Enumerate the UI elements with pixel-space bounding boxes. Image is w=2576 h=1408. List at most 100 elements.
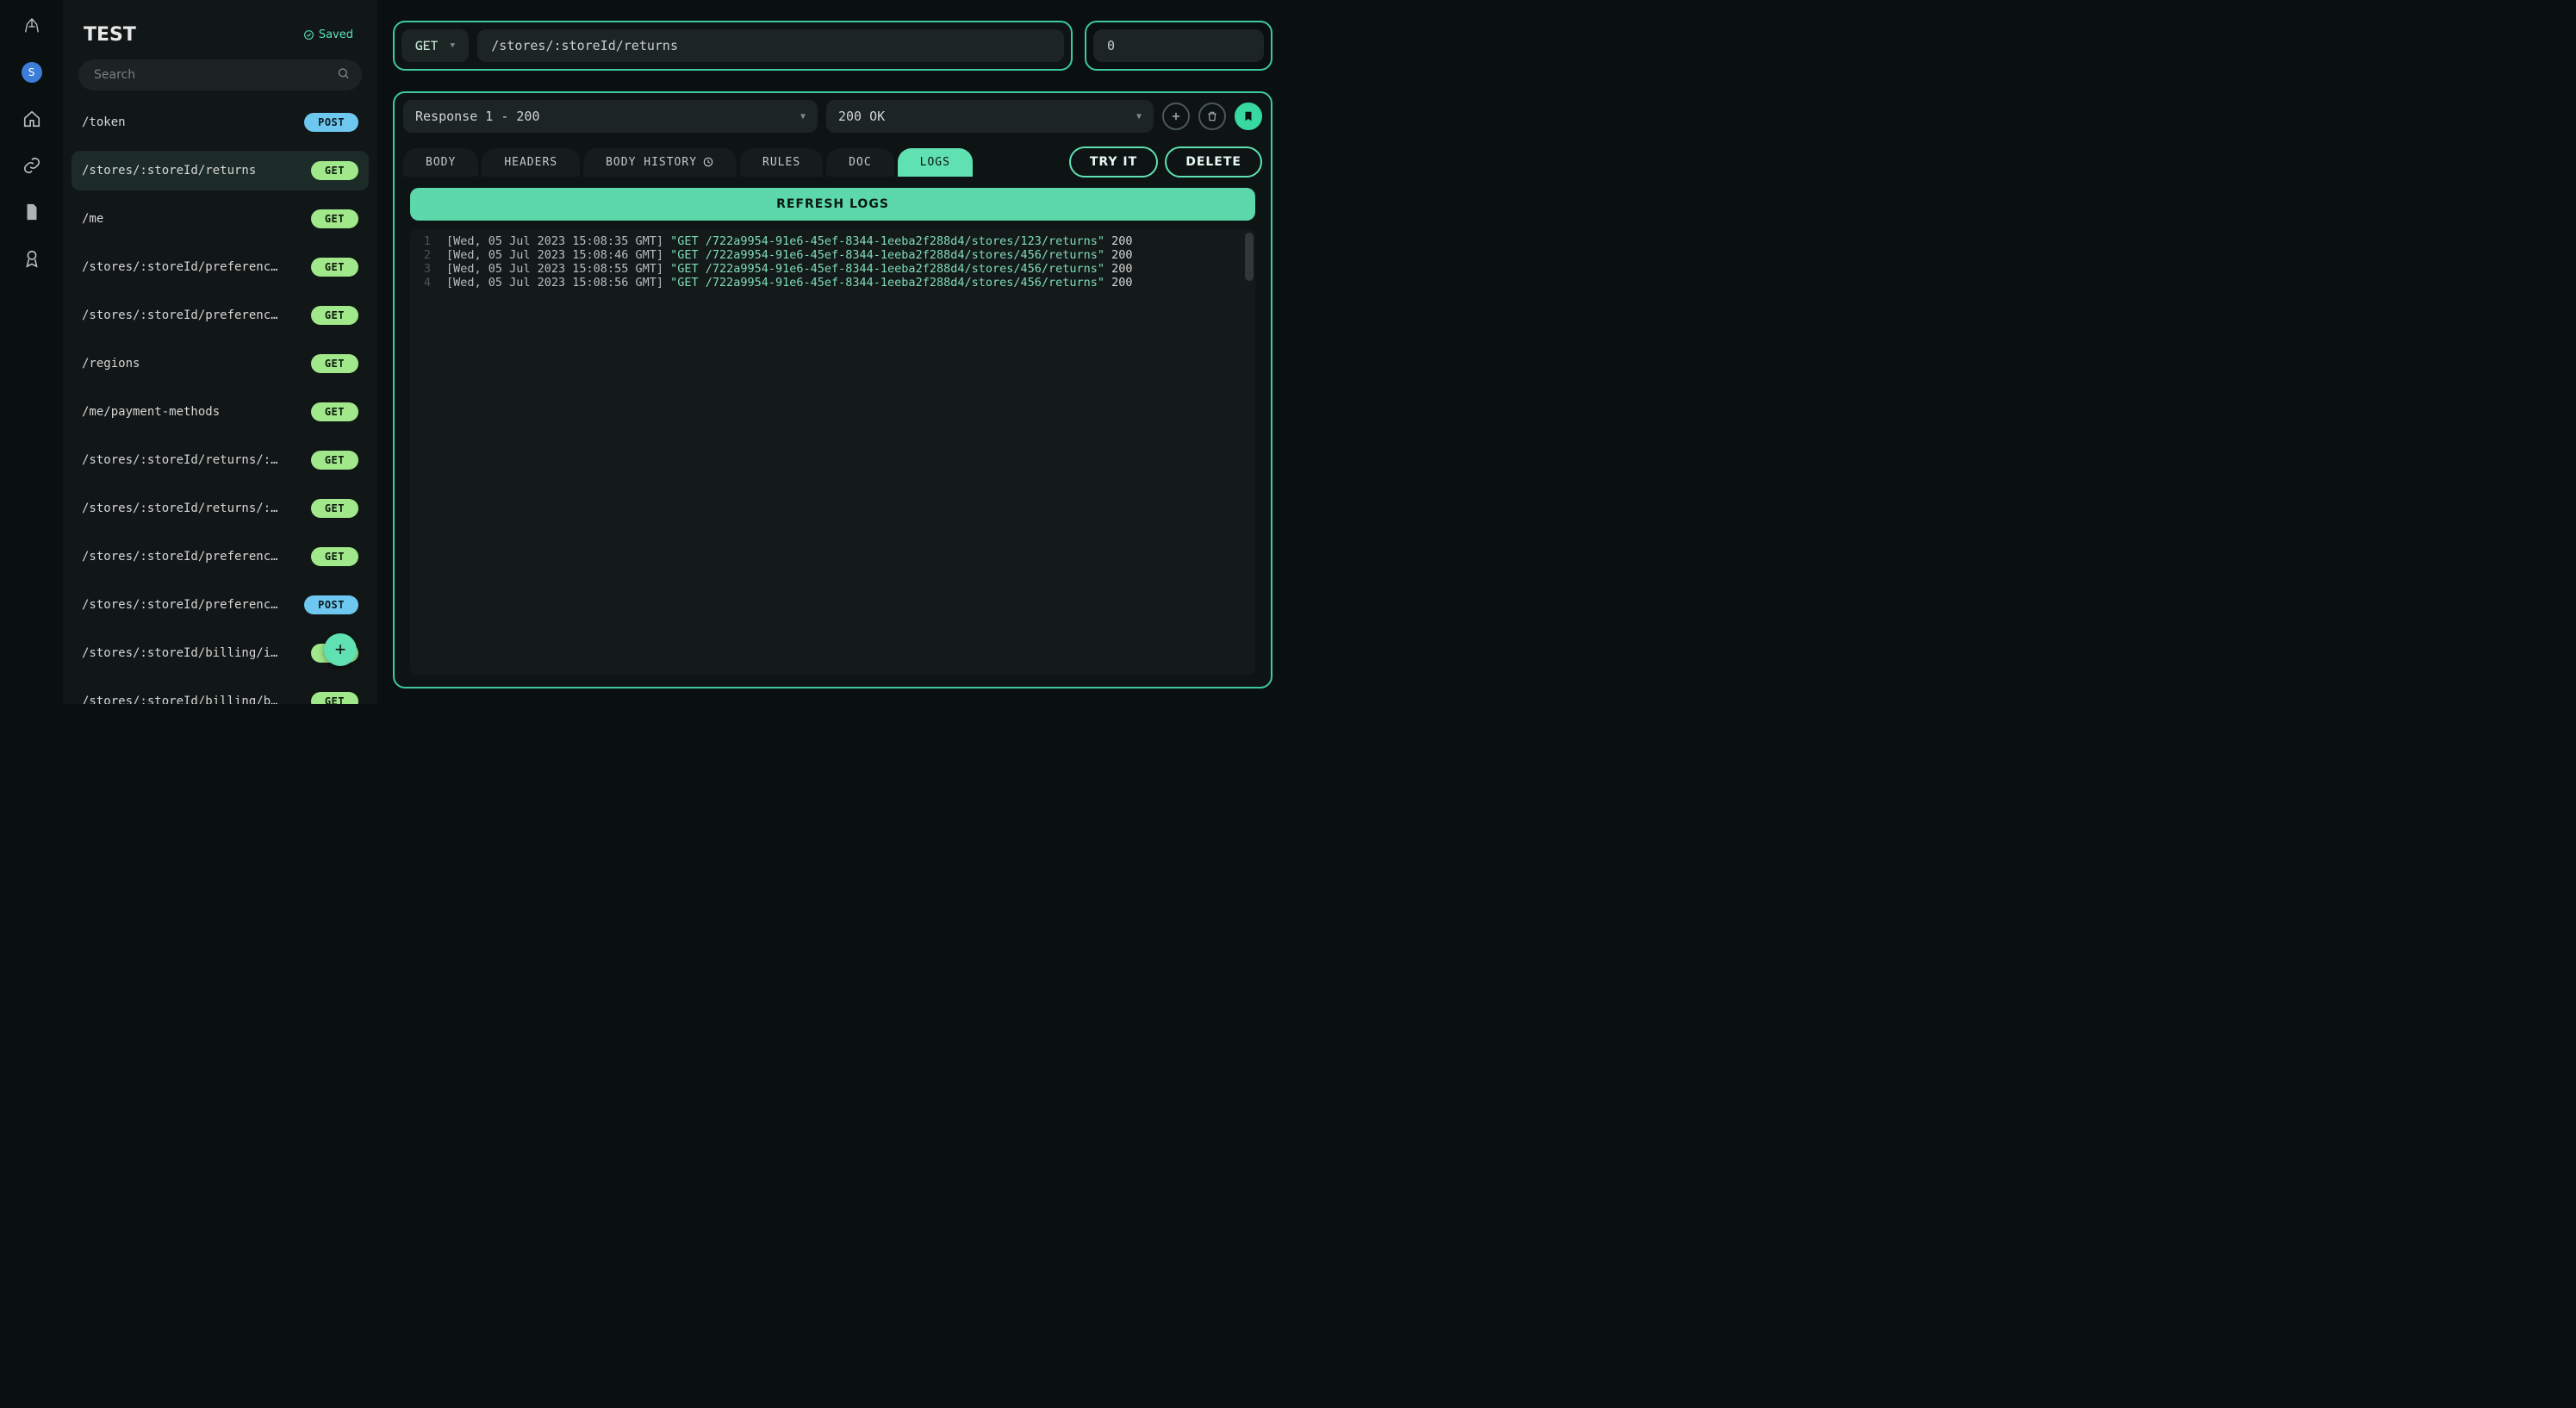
method-badge: GET [311, 451, 358, 470]
logo-icon [22, 16, 42, 36]
endpoint-box: GET ▼ [393, 21, 1073, 71]
delete-button[interactable]: DELETE [1165, 146, 1262, 178]
avatar[interactable]: S [22, 62, 42, 83]
search-input[interactable] [78, 59, 362, 90]
add-response-button[interactable] [1162, 103, 1190, 130]
route-path: /stores/:storeId/billing/inv… [82, 646, 284, 660]
route-item[interactable]: /me GET [72, 199, 369, 239]
log-status: 200 [1104, 234, 1133, 248]
route-item[interactable]: /regionsGET [72, 344, 369, 383]
route-item[interactable]: /stores/:storeId/preferences… GET [72, 537, 369, 576]
search-wrap [63, 59, 377, 103]
tab-rules[interactable]: RULES [740, 148, 823, 177]
log-request: "GET /722a9954-91e6-45ef-8344-1eeba2f288… [670, 234, 1104, 248]
log-timestamp: [Wed, 05 Jul 2023 15:08:46 GMT] [446, 248, 670, 262]
url-input[interactable] [477, 29, 1064, 62]
log-line: 1[Wed, 05 Jul 2023 15:08:35 GMT] "GET /7… [410, 234, 1255, 248]
route-item[interactable]: /stores/:storeId/preferences…GET [72, 296, 369, 335]
line-number: 4 [410, 276, 446, 290]
log-request: "GET /722a9954-91e6-45ef-8344-1eeba2f288… [670, 276, 1104, 290]
method-badge: GET [311, 161, 358, 180]
log-timestamp: [Wed, 05 Jul 2023 15:08:55 GMT] [446, 262, 670, 276]
route-path: /stores/:storeId/preferences… [82, 550, 284, 564]
tab-body-history[interactable]: BODY HISTORY [583, 148, 737, 177]
log-timestamp: [Wed, 05 Jul 2023 15:08:56 GMT] [446, 276, 670, 290]
route-path: /stores/:storeId/billing/bal… [82, 695, 284, 704]
method-value: GET [415, 38, 438, 53]
status-select[interactable]: 200 OK ▼ [826, 100, 1154, 133]
route-path: /stores/:storeId/preferences… [82, 260, 284, 274]
response-selects: Response 1 - 200 ▼ 200 OK ▼ [403, 100, 1262, 133]
method-select[interactable]: GET ▼ [401, 29, 469, 62]
line-number: 1 [410, 234, 446, 248]
route-item[interactable]: /tokenPOST [72, 103, 369, 142]
route-item[interactable]: /stores/:storeId/returns GET [72, 151, 369, 190]
method-badge: GET [311, 402, 358, 421]
method-badge: POST [304, 595, 358, 614]
tab-body[interactable]: BODY [403, 148, 478, 177]
log-status: 200 [1104, 262, 1133, 276]
log-line: 2[Wed, 05 Jul 2023 15:08:46 GMT] "GET /7… [410, 248, 1255, 262]
tab-headers[interactable]: HEADERS [482, 148, 580, 177]
endpoint-row: GET ▼ [393, 21, 1272, 71]
chevron-down-icon: ▼ [450, 41, 455, 51]
sidebar: TEST Saved /tokenPOST/stores/:storeId/re… [63, 0, 377, 704]
scrollbar-thumb[interactable] [1245, 233, 1254, 281]
route-item[interactable]: /me/payment-methods GET [72, 392, 369, 432]
route-item[interactable]: /stores/:storeId/returns/:re… GET [72, 440, 369, 480]
chevron-down-icon: ▼ [800, 112, 806, 121]
project-title: TEST [84, 24, 136, 46]
home-icon[interactable] [22, 109, 42, 129]
nav-rail: S [0, 0, 63, 704]
method-badge: GET [311, 692, 358, 704]
route-path: /me/payment-methods [82, 405, 220, 419]
route-path: /me [82, 212, 103, 226]
status-select-value: 200 OK [838, 109, 885, 124]
method-badge: GET [311, 354, 358, 373]
file-icon[interactable] [22, 202, 42, 222]
tab-doc[interactable]: DOC [826, 148, 893, 177]
tab-logs[interactable]: LOGS [898, 148, 973, 177]
sidebar-header: TEST Saved [63, 24, 377, 59]
refresh-logs-button[interactable]: REFRESH LOGS [410, 188, 1255, 221]
route-item[interactable]: /stores/:storeId/returns/:re… GET [72, 489, 369, 528]
route-path: /stores/:storeId/returns/:re… [82, 502, 284, 515]
main: GET ▼ Response 1 - 200 ▼ 200 OK ▼ [377, 0, 1288, 704]
response-select[interactable]: Response 1 - 200 ▼ [403, 100, 818, 133]
log-timestamp: [Wed, 05 Jul 2023 15:08:35 GMT] [446, 234, 670, 248]
route-path: /token [82, 115, 126, 129]
route-item[interactable]: /stores/:storeId/preferences… GET [72, 247, 369, 287]
log-request: "GET /722a9954-91e6-45ef-8344-1eeba2f288… [670, 262, 1104, 276]
logs-viewer[interactable]: 1[Wed, 05 Jul 2023 15:08:35 GMT] "GET /7… [410, 229, 1255, 675]
add-route-button[interactable]: + [324, 633, 357, 666]
route-path: /stores/:storeId/returns/:re… [82, 453, 284, 467]
check-circle-icon [303, 29, 314, 40]
delete-response-button[interactable] [1198, 103, 1226, 130]
method-badge: GET [311, 547, 358, 566]
routes-list[interactable]: /tokenPOST/stores/:storeId/returnsGET/me… [63, 103, 377, 704]
history-icon [702, 156, 714, 168]
method-badge: GET [311, 258, 358, 277]
tabs: BODY HEADERS BODY HISTORY RULES DOC LOGS [403, 148, 973, 177]
method-badge: GET [311, 209, 358, 228]
badge-icon[interactable] [22, 248, 42, 269]
bookmark-button[interactable] [1235, 103, 1262, 130]
route-path: /stores/:storeId/preferences… [82, 598, 284, 612]
method-badge: GET [311, 499, 358, 518]
saved-indicator: Saved [303, 28, 353, 41]
route-item[interactable]: /stores/:storeId/billing/bal… GET [72, 682, 369, 704]
try-it-button[interactable]: TRY IT [1069, 146, 1158, 178]
line-number: 3 [410, 262, 446, 276]
log-status: 200 [1104, 276, 1133, 290]
saved-label: Saved [319, 28, 353, 41]
route-item[interactable]: /stores/:storeId/preferences… POST [72, 585, 369, 625]
response-select-value: Response 1 - 200 [415, 109, 540, 124]
search-icon [337, 67, 350, 84]
link-icon[interactable] [22, 155, 42, 176]
route-path: /stores/:storeId/returns [82, 164, 256, 178]
delay-input[interactable] [1093, 29, 1264, 62]
chevron-down-icon: ▼ [1136, 112, 1142, 121]
log-status: 200 [1104, 248, 1133, 262]
route-path: /stores/:storeId/preferences… [82, 308, 284, 322]
delay-box [1085, 21, 1272, 71]
